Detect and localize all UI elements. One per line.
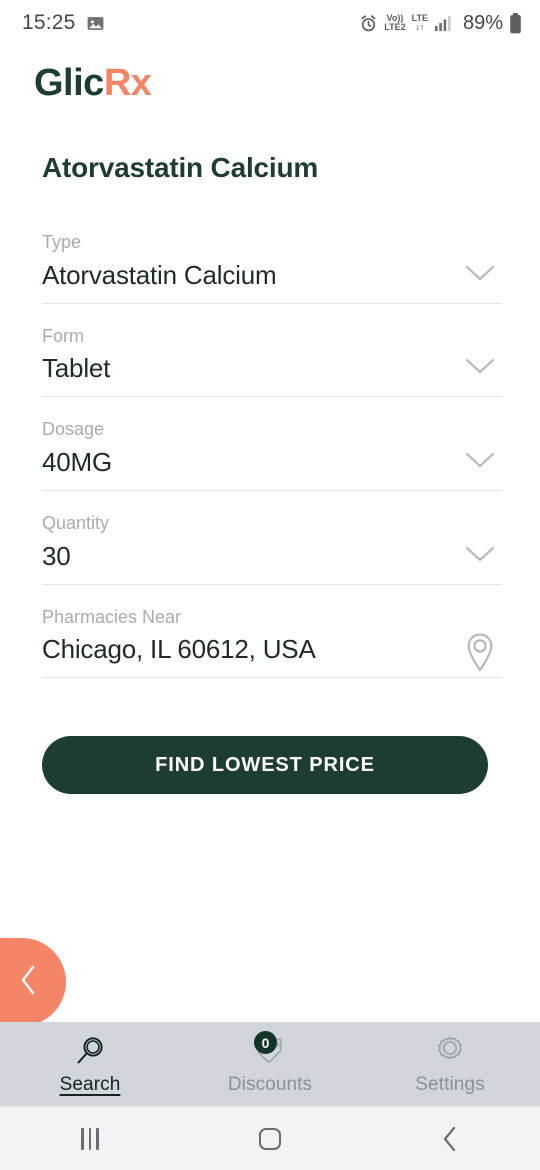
drug-search-form: Type Atorvastatin Calcium Form Tablet Do… <box>0 210 540 679</box>
chevron-left-icon <box>18 964 38 1001</box>
chevron-down-icon[interactable] <box>458 251 502 295</box>
floating-back-button[interactable] <box>0 938 66 1026</box>
field-form[interactable]: Form Tablet <box>42 304 502 398</box>
field-type[interactable]: Type Atorvastatin Calcium <box>42 210 502 304</box>
field-dosage[interactable]: Dosage 40MG <box>42 397 502 492</box>
page-title: Atorvastatin Calcium <box>42 152 319 183</box>
tag-icon: 0 <box>252 1031 288 1070</box>
field-value-dosage: 40MG <box>42 446 113 477</box>
field-quantity[interactable]: Quantity 30 <box>42 491 502 585</box>
battery-percent: 89% <box>462 11 503 34</box>
status-time: 15:25 <box>22 11 76 34</box>
home-icon[interactable] <box>180 1107 360 1170</box>
field-value-type: Atorvastatin Calcium <box>42 259 277 290</box>
volte-line-2: LTE2 <box>384 22 406 32</box>
field-label-type: Type <box>42 232 82 252</box>
field-label-pharmacies-near: Pharmacies Near <box>42 606 182 627</box>
field-label-dosage: Dosage <box>42 419 105 440</box>
find-lowest-price-button[interactable]: FIND LOWEST PRICE <box>42 736 488 795</box>
chevron-down-icon[interactable] <box>458 532 502 576</box>
chevron-down-icon[interactable] <box>458 344 502 388</box>
logo-text-accent: Rx <box>103 62 152 104</box>
field-label-form: Form <box>42 325 84 346</box>
cta-container: FIND LOWEST PRICE <box>0 678 540 795</box>
gear-icon <box>432 1032 468 1070</box>
data-transfer-arrows: ↓↑ <box>415 22 425 32</box>
status-bar-left: 15:25 <box>22 11 105 35</box>
tab-label-discounts: Discounts <box>227 1074 313 1095</box>
app-logo: GlicRx <box>0 46 540 102</box>
back-icon[interactable] <box>360 1107 540 1170</box>
field-label-quantity: Quantity <box>42 513 110 534</box>
lte-indicator: LTE ↓↑ <box>412 14 428 31</box>
volte-indicator: Vo)) LTE2 <box>384 14 405 31</box>
tab-discounts[interactable]: 0 Discounts <box>180 1022 360 1106</box>
bottom-tab-bar: Search 0 Discounts Settings <box>0 1022 540 1106</box>
tab-search[interactable]: Search <box>0 1022 180 1106</box>
logo-text-primary: Glic <box>34 62 104 104</box>
search-icon <box>72 1032 108 1070</box>
tab-label-settings: Settings <box>415 1074 485 1095</box>
battery-icon <box>509 12 522 34</box>
field-value-pharmacies-near: Chicago, IL 60612, USA <box>42 634 316 665</box>
location-pin-icon[interactable] <box>458 631 502 675</box>
field-value-form: Tablet <box>42 353 111 384</box>
signal-bars-icon <box>434 14 454 32</box>
alarm-icon <box>359 14 378 33</box>
tab-label-search: Search <box>59 1074 121 1095</box>
status-bar-right: Vo)) LTE2 LTE ↓↑ 89% <box>359 12 522 35</box>
status-bar: 15:25 Vo)) LTE2 LTE ↓↑ 89% <box>0 0 540 46</box>
image-icon <box>86 14 105 33</box>
field-pharmacies-near[interactable]: Pharmacies Near Chicago, IL 60612, USA <box>42 585 502 679</box>
tab-settings[interactable]: Settings <box>360 1022 540 1106</box>
chevron-down-icon[interactable] <box>458 438 502 482</box>
discounts-badge: 0 <box>254 1031 277 1054</box>
field-value-quantity: 30 <box>42 540 71 571</box>
recents-icon[interactable] <box>0 1107 180 1170</box>
android-navigation-bar <box>0 1106 540 1170</box>
